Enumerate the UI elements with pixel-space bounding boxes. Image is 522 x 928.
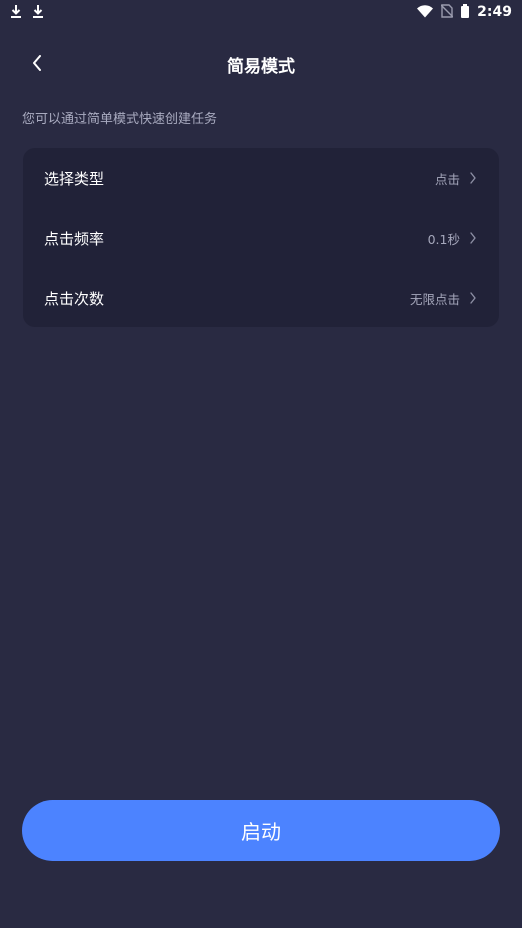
setting-row-frequency[interactable]: 点击频率 0.1秒 xyxy=(23,208,499,268)
setting-value: 点击 xyxy=(434,171,460,187)
status-bar: 2:49 xyxy=(0,0,522,24)
app-bar: 简易模式 xyxy=(0,40,522,90)
chevron-right-icon xyxy=(469,169,477,188)
battery-icon xyxy=(461,3,470,22)
hint-text: 您可以通过简单模式快速创建任务 xyxy=(22,112,218,127)
setting-value: 0.1秒 xyxy=(427,231,460,247)
setting-label: 点击次数 xyxy=(44,289,105,308)
wifi-icon xyxy=(417,3,434,22)
start-button[interactable]: 启动 xyxy=(22,800,500,861)
chevron-right-icon xyxy=(469,289,477,308)
download-icon xyxy=(10,3,22,22)
chevron-right-icon xyxy=(469,229,477,248)
setting-row-type[interactable]: 选择类型 点击 xyxy=(23,148,499,208)
page-title: 简易模式 xyxy=(227,57,295,77)
status-left xyxy=(10,3,44,22)
setting-value-group: 无限点击 xyxy=(410,289,477,308)
setting-value-group: 0.1秒 xyxy=(428,229,477,248)
no-sim-icon xyxy=(440,3,454,22)
setting-label: 选择类型 xyxy=(44,169,105,188)
settings-card: 选择类型 点击 点击频率 0.1秒 点击次数 无限点击 xyxy=(23,148,499,327)
setting-row-count[interactable]: 点击次数 无限点击 xyxy=(23,268,499,328)
download-icon xyxy=(32,3,44,22)
status-time: 2:49 xyxy=(477,4,512,20)
setting-label: 点击频率 xyxy=(44,229,105,248)
setting-value: 无限点击 xyxy=(409,291,460,307)
setting-value-group: 点击 xyxy=(435,169,477,188)
status-right: 2:49 xyxy=(417,3,512,22)
